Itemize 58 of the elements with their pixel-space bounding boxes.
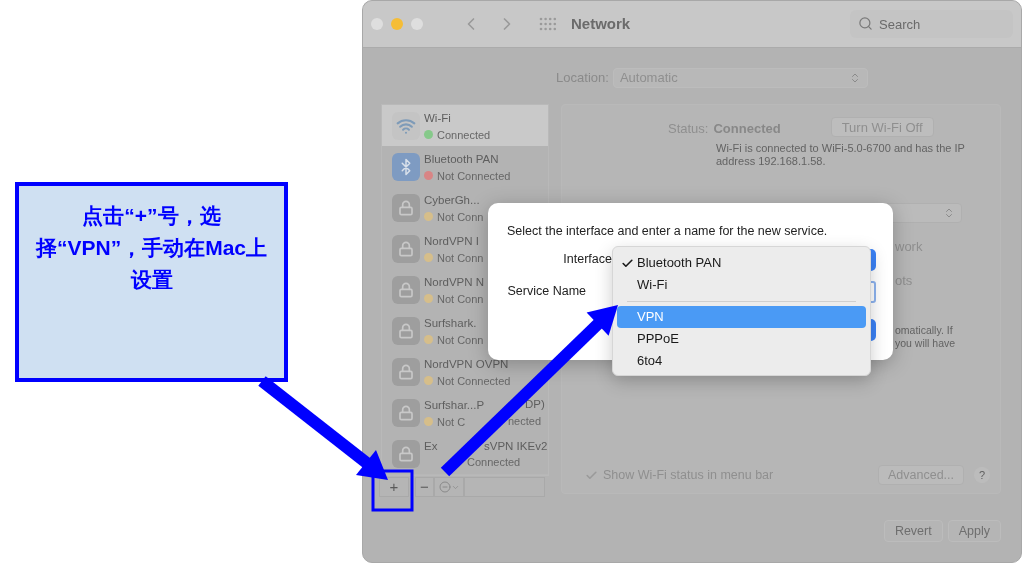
wifi-icon (392, 111, 420, 140)
service-name: CyberGh... (424, 193, 480, 206)
lock-icon (392, 193, 420, 222)
search-field[interactable]: Search (850, 10, 1013, 38)
search-icon (858, 16, 873, 31)
service-status: Not C (437, 415, 466, 428)
service-name: Ex (424, 440, 438, 452)
service-status: Connected (437, 128, 491, 141)
service-item[interactable]: Wi-Fi Connected (382, 105, 548, 146)
service-status: Not Connected (437, 169, 511, 182)
service-name: Bluetooth PAN (424, 152, 499, 165)
remove-button[interactable]: − (415, 477, 434, 497)
service-name: Wi-Fi (424, 111, 451, 124)
option-note: you will have (895, 336, 957, 350)
window-title: Network (571, 13, 631, 34)
minimize-button[interactable] (391, 18, 403, 30)
lock-icon (392, 398, 420, 427)
service-name: NordVPN I (424, 234, 479, 247)
option-note: omatically. If (895, 323, 954, 337)
menu-item[interactable]: Wi-Fi (617, 274, 866, 296)
footer-button[interactable]: Apply (947, 520, 1001, 542)
service-status: Not Connected (437, 374, 511, 387)
service-name: DP) (525, 397, 545, 412)
service-status: Not Conn (437, 251, 484, 264)
menu-item[interactable]: VPN (617, 306, 866, 328)
menu-item[interactable]: Bluetooth PAN (617, 252, 866, 274)
menu-item[interactable]: 6to4 (617, 350, 866, 372)
lock-icon (392, 357, 420, 386)
add-button[interactable]: + (379, 477, 409, 497)
action-icon (438, 481, 451, 493)
footer-button[interactable]: Revert (883, 520, 943, 542)
service-status: Not Conn (437, 292, 484, 305)
service-name: NordVPN N (424, 275, 485, 288)
bluetooth-icon (392, 152, 420, 181)
service-status: Connected (467, 455, 521, 470)
service-status: Not Conn (437, 210, 484, 223)
grid-icon[interactable] (539, 17, 557, 31)
lock-icon (392, 316, 420, 345)
action-menu-button[interactable] (434, 477, 464, 497)
checkmark-icon (620, 256, 634, 270)
highlight-frame (371, 469, 414, 512)
callout-text: 点击“+”号，选择“VPN”，手动在Mac上设置 (34, 203, 268, 293)
menu-item[interactable]: PPPoE (617, 328, 866, 350)
service-status: nected (508, 414, 542, 429)
service-status: Not Conn (437, 333, 484, 346)
service-name: sVPN IKEv2 (484, 438, 548, 454)
service-name: Surfshar...P (424, 398, 485, 411)
checkbox[interactable] (584, 468, 598, 482)
chevron-icon (943, 206, 955, 219)
service-name: NordVPN OVPN (424, 357, 509, 370)
lock-icon (392, 275, 420, 304)
lock-icon (392, 234, 420, 263)
status-description: Wi-Fi is connected to WiFi-5.0-6700 and has the IP address 192.168.1.58. (716, 141, 966, 168)
service-item[interactable]: Bluetooth PAN Not Connected (382, 146, 548, 187)
field-label: Interface (562, 251, 612, 269)
lock-icon (392, 439, 420, 468)
help-button[interactable]: ? (974, 467, 990, 483)
service-name: Surfshark. (424, 316, 477, 329)
